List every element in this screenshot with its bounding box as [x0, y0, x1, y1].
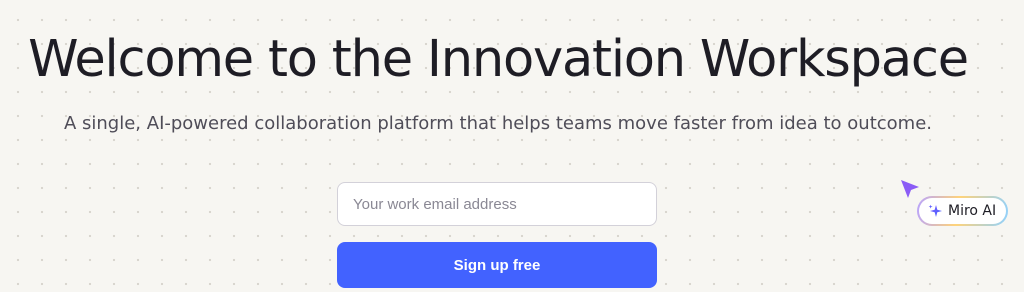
hero-section: Welcome to the Innovation Workspace A si… [0, 0, 1024, 292]
email-field[interactable] [337, 182, 657, 226]
cursor-arrow-icon [901, 180, 919, 198]
miro-ai-label: Miro AI [948, 203, 997, 219]
sparkle-icon [928, 204, 942, 217]
page-subtitle: A single, AI-powered collaboration platf… [63, 113, 932, 134]
signup-button[interactable]: Sign up free [337, 242, 657, 288]
page-title: Welcome to the Innovation Workspace [28, 30, 969, 89]
miro-ai-badge[interactable]: Miro AI [917, 196, 1009, 226]
